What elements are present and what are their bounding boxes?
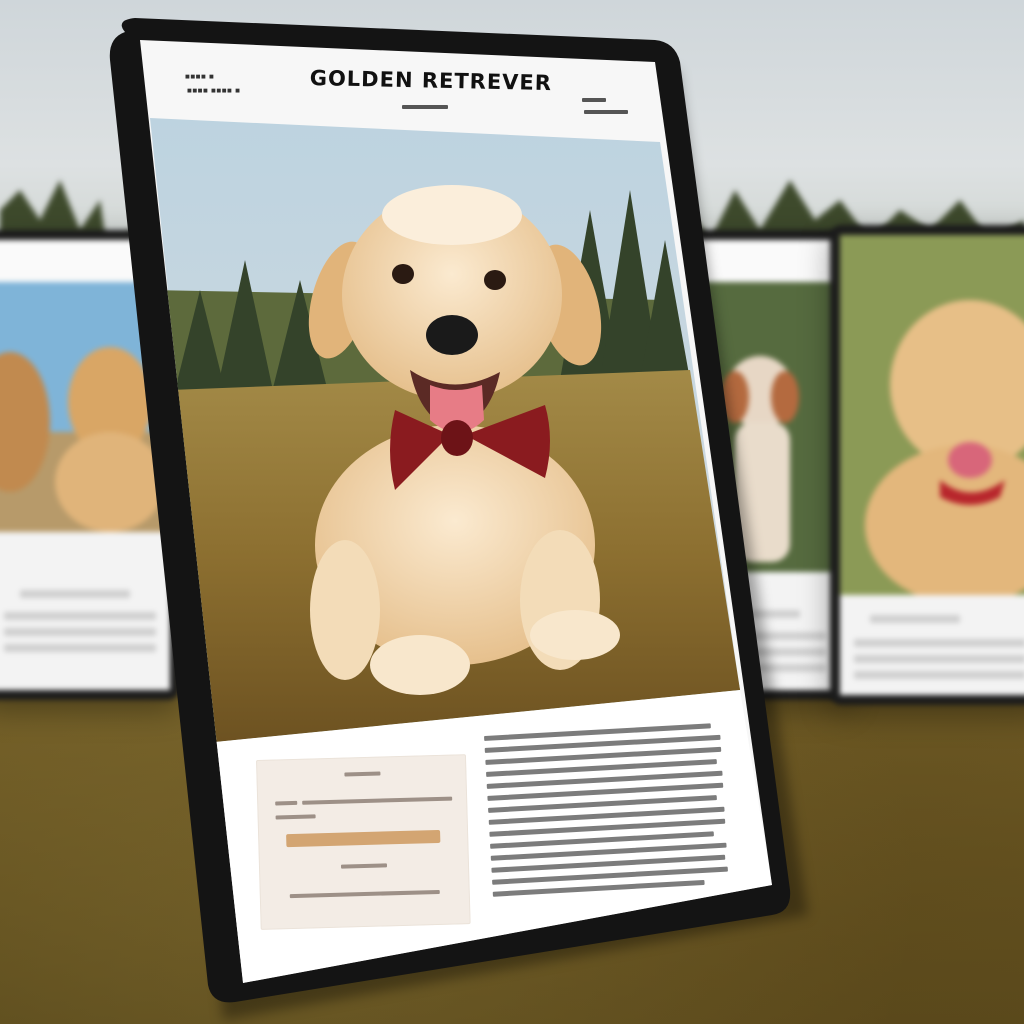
background-tablet-left [0, 230, 180, 700]
background-tablet-right [830, 225, 1024, 705]
background-dog-photo [690, 282, 840, 572]
background-dog-photo [0, 282, 170, 532]
background-dog-photo [840, 235, 1024, 595]
background-tablet-middle [680, 230, 850, 700]
